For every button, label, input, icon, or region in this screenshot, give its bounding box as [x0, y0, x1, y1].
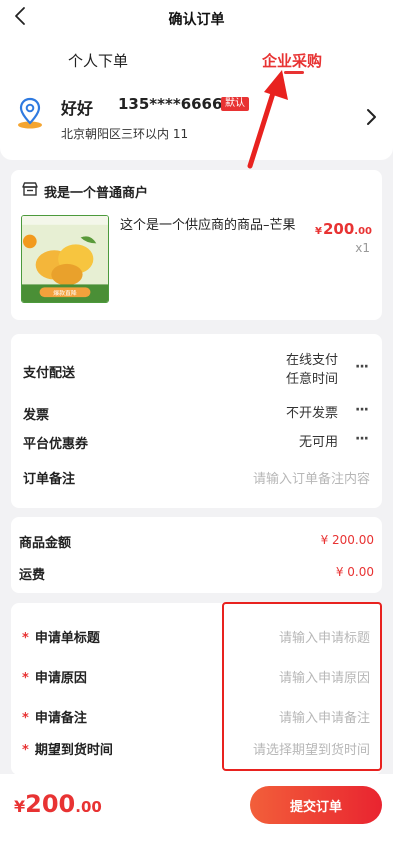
chevron-right-icon[interactable] [365, 108, 377, 126]
active-tab-indicator [284, 71, 304, 74]
more-options-icon[interactable]: ··· [355, 402, 369, 418]
price-integer: 200 [322, 220, 355, 238]
receiver-phone: 135****6666 [118, 95, 223, 113]
payment-delivery-value: 在线支付 任意时间 [286, 351, 338, 389]
address-card[interactable]: 好好 135****6666 默认 北京朝阳区三环以内 11 [0, 80, 393, 160]
annotation-highlight-box [222, 602, 382, 771]
coupon-row[interactable]: 平台优惠券 无可用 ··· [23, 431, 370, 453]
apply-reason-label: * 申请原因 [22, 671, 87, 686]
address-detail: 北京朝阳区三环以内 11 [61, 127, 189, 141]
tab-personal-order[interactable]: 个人下单 [68, 50, 128, 71]
nav-bar: 确认订单 [0, 0, 393, 36]
default-badge: 默认 [221, 97, 249, 111]
shipping-label: 运费 [19, 568, 46, 583]
shipping-value: ¥ 0.00 [335, 565, 374, 579]
location-pin-icon [18, 97, 42, 129]
receiver-name: 好好 [61, 99, 94, 118]
price-currency: ¥ [315, 226, 322, 237]
total-integer: 200 [25, 790, 76, 818]
delivery-time-value: 任意时间 [285, 372, 338, 387]
required-mark: * [22, 631, 29, 646]
goods-amount-label: 商品金额 [19, 536, 72, 551]
invoice-value: 不开发票 [285, 406, 338, 421]
product-quantity: x1 [355, 241, 370, 255]
product-image[interactable]: 爆款直降 [21, 215, 109, 303]
required-mark: * [22, 711, 29, 726]
apply-remark-label: * 申请备注 [22, 711, 87, 726]
mango-illustration: 爆款直降 [22, 216, 108, 302]
total-price: ¥200.00 [14, 790, 102, 818]
shop-name: 我是一个普通商户 [44, 186, 149, 201]
invoice-row[interactable]: 发票 不开发票 ··· [23, 402, 370, 424]
required-mark: * [22, 671, 29, 686]
image-caption: 爆款直降 [53, 289, 77, 297]
coupon-label: 平台优惠券 [23, 437, 89, 452]
required-mark: * [22, 743, 29, 758]
amounts-card: 商品金额 ¥ 200.00 运费 ¥ 0.00 [11, 517, 382, 593]
tab-enterprise-purchase[interactable]: 企业采购 [262, 50, 322, 71]
payment-method-value: 在线支付 [285, 353, 338, 368]
invoice-label: 发票 [23, 408, 50, 423]
apply-title-label: * 申请单标题 [22, 631, 100, 646]
page-title: 确认订单 [168, 12, 225, 28]
order-type-tabs: 个人下单 企业采购 [0, 36, 393, 80]
shop-card: 我是一个普通商户 爆款直降 这个是一个供应商的商品–芒果 ¥200.00 x1 [11, 170, 382, 320]
more-options-icon[interactable]: ··· [355, 359, 369, 375]
product-price: ¥200.00 [315, 220, 372, 238]
order-options-card: 支付配送 在线支付 任意时间 ··· 发票 不开发票 ··· 平台优惠券 无可用… [11, 334, 382, 508]
total-currency: ¥ [14, 797, 26, 816]
order-remark-input[interactable]: 请输入订单备注内容 [253, 468, 370, 487]
total-decimal: .00 [75, 798, 102, 816]
goods-amount-value: ¥ 200.00 [320, 533, 374, 547]
expected-delivery-label: * 期望到货时间 [22, 743, 113, 758]
price-decimal: .00 [354, 226, 372, 237]
payment-delivery-label: 支付配送 [23, 366, 76, 381]
submit-order-button[interactable]: 提交订单 [250, 786, 382, 824]
shop-icon [22, 182, 38, 196]
payment-delivery-row[interactable]: 支付配送 在线支付 任意时间 ··· [23, 351, 370, 391]
order-remark-label: 订单备注 [23, 472, 76, 487]
order-remark-row: 订单备注 请输入订单备注内容 [23, 466, 370, 488]
coupon-value: 无可用 [298, 435, 338, 450]
product-title[interactable]: 这个是一个供应商的商品–芒果 [120, 216, 312, 236]
more-options-icon[interactable]: ··· [355, 431, 369, 447]
bottom-bar: ¥200.00 提交订单 [0, 774, 393, 851]
